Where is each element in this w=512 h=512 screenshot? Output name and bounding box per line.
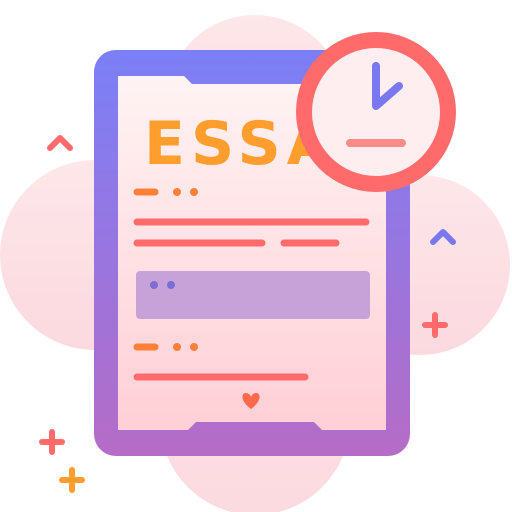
clock-icon bbox=[296, 32, 456, 192]
highlight-panel bbox=[136, 271, 370, 319]
essay-icon-svg: ESSA bbox=[0, 15, 510, 512]
plus-icon bbox=[59, 467, 85, 493]
essay-illustration: ESSA bbox=[0, 0, 512, 512]
panel-dot bbox=[167, 281, 175, 289]
chevron-up-icon bbox=[47, 135, 73, 151]
plus-icon bbox=[39, 429, 65, 455]
panel-dot bbox=[150, 281, 158, 289]
